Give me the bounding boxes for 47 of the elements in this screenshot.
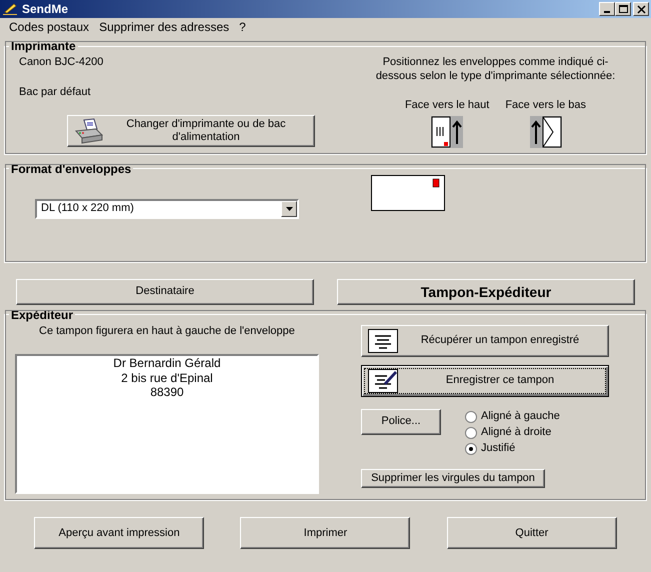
pen-icon [2,2,18,16]
font-button[interactable]: Police... [361,408,441,435]
radio-label: Justifié [481,442,516,456]
text-lines-icon [368,328,398,353]
maximize-button[interactable] [615,2,631,16]
tray-label: Bac par défaut [19,86,92,99]
hint-text: Ce tampon figurera en haut à gauche de l'enveloppe [39,324,296,338]
stamp-button[interactable]: Récupérer un tampon enregistré [361,324,609,357]
envelope-format-dropdown[interactable]: DL (110 x 220 mm) [35,198,299,219]
footer-button[interactable]: Imprimer [240,517,410,550]
stamp-button[interactable]: Enregistrer ce tampon [361,364,609,397]
dropdown-arrow-icon [286,206,292,211]
radio-button[interactable] [465,426,477,439]
envelope-face-up-icon [431,116,464,148]
footer-button[interactable]: Aperçu avant impression [34,517,204,550]
radio-label: Aligné à droite [481,426,552,440]
close-icon [636,4,646,14]
orientation-label: Face vers le haut [404,98,490,112]
tab[interactable]: Tampon-Expéditeur [337,278,635,305]
instruction-text: Positionnez les enveloppes comme indiqué ci-dessous selon le type d'imprimante sélectionnée: [374,56,616,83]
radio-button[interactable] [465,442,477,455]
envelope-face-down-icon [530,116,562,148]
window-title: SendMe [22,2,68,16]
alignment-radio[interactable]: Aligné à droite [465,424,560,441]
printer-name: Canon BJC-4200 [19,56,104,70]
text-pen-icon [368,368,398,393]
close-button[interactable] [633,2,649,16]
footer-button[interactable]: Quitter [446,517,617,550]
minimize-button[interactable] [599,2,615,16]
maximize-icon [618,4,628,14]
menu-item[interactable]: Codes postaux [4,18,94,36]
alignment-radio[interactable]: Aligné à gauche [465,408,560,425]
radio-button[interactable] [465,410,477,423]
radio-label: Aligné à gauche [481,410,560,424]
alignment-radio[interactable]: Justifié [465,440,560,457]
minimize-icon [604,11,610,13]
remove-commas-button[interactable]: Supprimer les virgules du tampon [361,468,545,488]
group-title: Expéditeur [10,308,74,321]
tab[interactable]: Destinataire [16,278,314,305]
group-title: Format d'enveloppes [10,162,132,175]
menu-item[interactable]: ? [234,18,251,36]
stamp-text-area[interactable]: Dr Bernardin Gérald 2 bis rue d'Epinal 88390 [15,354,319,494]
printer-icon [74,118,104,144]
menu-item[interactable]: Supprimer des adresses [94,18,234,36]
orientation-label: Face vers le bas [505,98,586,112]
group-title: Imprimante [10,40,77,52]
change-printer-button[interactable]: Changer d'imprimante ou de bac d'alimentation [67,114,315,147]
